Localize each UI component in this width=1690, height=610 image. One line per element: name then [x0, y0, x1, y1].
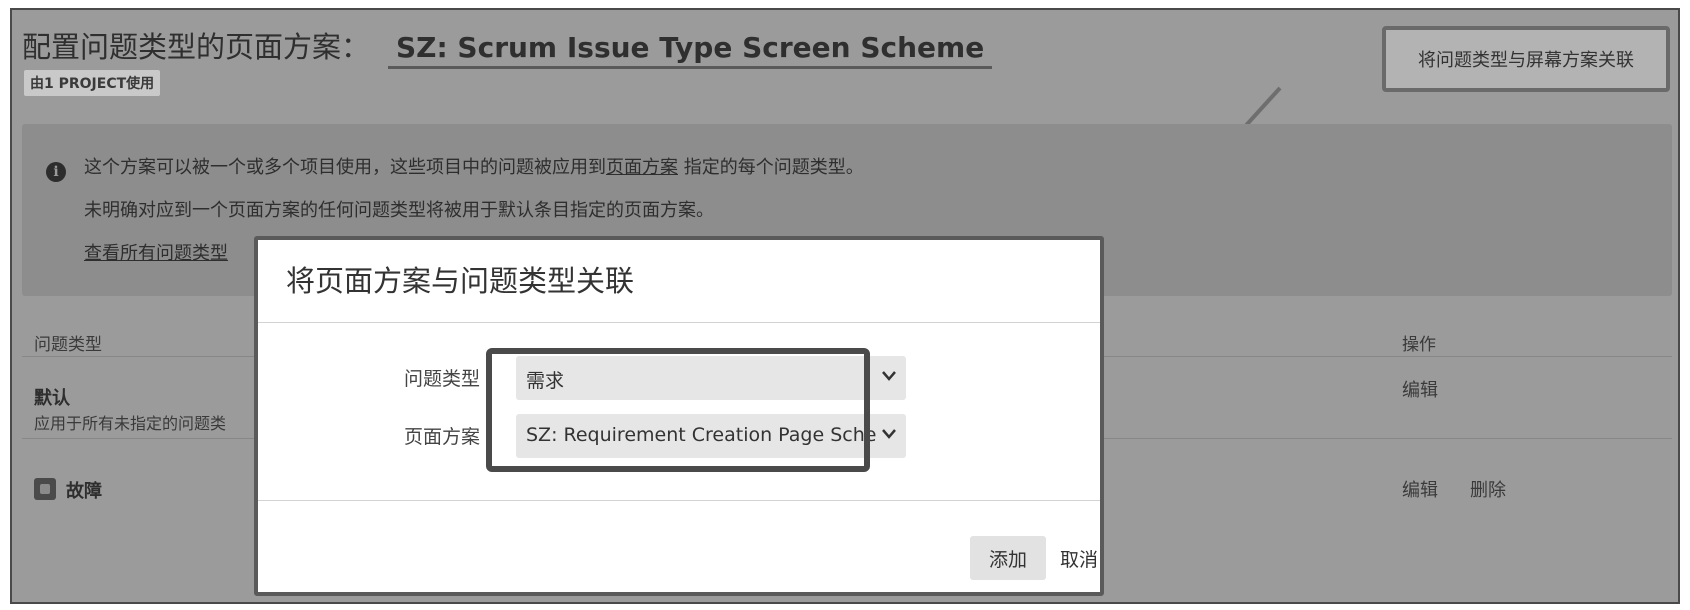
screen-scheme-label: 页面方案 — [403, 426, 480, 448]
row-bug-name: 故障 — [66, 481, 102, 502]
issue-type-label: 问题类型 — [403, 368, 480, 390]
scheme-name: SZ: Scrum Issue Type Screen Scheme — [388, 31, 993, 69]
column-header-issue-type: 问题类型 — [34, 335, 102, 355]
info-line-1: 这个方案可以被一个或多个项目使用，这些项目中的问题被应用到页面方案 指定的每个问… — [84, 153, 864, 179]
info-icon: i — [46, 162, 66, 182]
chevron-down-icon — [882, 429, 896, 439]
info-line-2: 未明确对应到一个页面方案的任何问题类型将被用于默认条目指定的页面方案。 — [84, 200, 714, 221]
page-title: 配置问题类型的页面方案： — [22, 30, 371, 64]
screenshot-frame: 配置问题类型的页面方案： SZ: Scrum Issue Type Screen… — [10, 8, 1680, 604]
info-line-3: 查看所有问题类型 — [84, 239, 228, 265]
all-issue-types-link[interactable]: 所有问题类型 — [120, 243, 228, 264]
dialog-title: 将页面方案与问题类型关联 — [286, 264, 635, 298]
associate-dialog: 将页面方案与问题类型关联 问题类型 需求 页面方案 SZ: Requiremen… — [254, 236, 1104, 596]
add-button[interactable]: 添加 — [970, 536, 1046, 580]
delete-bug-link[interactable]: 删除 — [1470, 476, 1506, 502]
edit-default-link[interactable]: 编辑 — [1402, 376, 1438, 402]
usage-badge: 由1 PROJECT使用 — [24, 70, 161, 96]
edit-bug-link[interactable]: 编辑 — [1402, 476, 1438, 502]
dialog-footer-divider — [258, 500, 1100, 501]
row-default-desc: 应用于所有未指定的问题类 — [34, 414, 227, 433]
associate-button-label: 将问题类型与屏幕方案关联 — [1418, 50, 1634, 71]
title-row: 配置问题类型的页面方案： SZ: Scrum Issue Type Screen… — [22, 24, 993, 69]
associate-issue-type-button[interactable]: 将问题类型与屏幕方案关联 — [1382, 26, 1670, 92]
view-link-prefix: 查看 — [84, 243, 120, 264]
fields-highlight-box — [486, 348, 870, 472]
info-line-1-text: 这个方案可以被一个或多个项目使用，这些项目中的问题被应用到 — [84, 157, 606, 178]
column-header-actions: 操作 — [1402, 335, 1436, 355]
bug-icon — [34, 478, 56, 500]
dialog-header-divider — [258, 322, 1100, 323]
screen-scheme-link[interactable]: 页面方案 — [606, 157, 678, 178]
info-line-1-suffix: 指定的每个问题类型。 — [678, 157, 864, 178]
row-default-name: 默认 — [34, 388, 70, 409]
cancel-link[interactable]: 取消 — [1054, 536, 1104, 580]
chevron-down-icon — [882, 371, 896, 381]
